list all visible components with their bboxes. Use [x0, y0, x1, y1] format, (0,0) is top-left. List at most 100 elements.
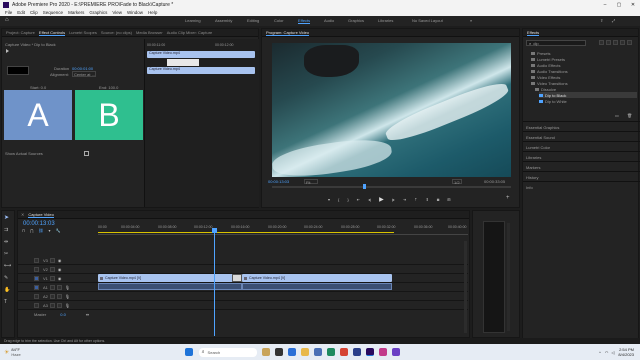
wifi-icon[interactable]: ◠ [605, 350, 609, 355]
track-select-tool-icon[interactable]: ⇉ [4, 226, 12, 235]
tab-lumetri-scopes[interactable]: Lumetri Scopes [69, 30, 97, 35]
tab-timeline-sequence[interactable]: Capture Video [28, 212, 54, 218]
lift-icon[interactable]: ⇡ [414, 197, 417, 202]
ripple-edit-tool-icon[interactable]: ⇹ [4, 238, 12, 247]
section-info[interactable]: Info [523, 181, 640, 191]
section-libraries[interactable]: Libraries [523, 151, 640, 161]
resolution-select[interactable]: 1/2 [452, 179, 462, 185]
pen-tool-icon[interactable]: ✎ [4, 274, 12, 283]
program-playhead[interactable] [363, 184, 366, 189]
mute-track-icon[interactable] [49, 293, 55, 299]
workspace-libraries[interactable]: Libraries [378, 18, 393, 23]
timeline-clip-video-left[interactable]: Capture Video.mp4 [V] [98, 274, 238, 282]
work-area-bar[interactable] [98, 232, 394, 233]
taskbar-search-box[interactable]: ⌕ Search [198, 347, 257, 357]
program-timecode[interactable]: 00:00:13:03 [268, 179, 289, 184]
tab-project[interactable]: Project: Capture [6, 30, 35, 35]
nest-toggle-icon[interactable]: ⊓ [22, 228, 25, 233]
program-video-frame[interactable] [270, 43, 512, 182]
play-icon[interactable]: ▶ [379, 196, 384, 203]
extract-icon[interactable]: ⇞ [426, 197, 429, 202]
add-marker-icon[interactable]: ▾ [48, 228, 50, 233]
mark-in-icon[interactable]: ▾ [328, 197, 330, 202]
program-scrub-bar[interactable] [272, 186, 511, 188]
workspace-graphics[interactable]: Graphics [348, 18, 364, 23]
button-editor-icon[interactable]: ⊞ [447, 197, 450, 202]
effects-search-field[interactable]: ⌕ dip [526, 40, 586, 46]
timeline-playhead-line[interactable] [214, 233, 215, 336]
razor-tool-icon[interactable]: ✂ [4, 250, 12, 259]
delete-effect-icon[interactable] [627, 40, 632, 45]
start-icon[interactable] [185, 348, 194, 356]
timeline-clip-video-right[interactable]: Capture Video.mp4 [V] [242, 274, 392, 282]
mini-clip-b[interactable]: Capture Video.mp4 [147, 67, 255, 74]
home-icon[interactable]: ⌂ [5, 17, 9, 23]
play-preview-icon[interactable] [6, 49, 11, 53]
sync-lock-icon[interactable] [49, 266, 55, 272]
sync-lock-icon[interactable] [49, 257, 55, 263]
linked-selection-icon[interactable]: ⛓ [38, 228, 43, 233]
mini-clip-a[interactable]: Capture Video.mp4 [147, 51, 255, 58]
tab-source[interactable]: Source: (no clips) [101, 30, 132, 35]
section-history[interactable]: History [523, 171, 640, 181]
premiere-pro-taskbar-icon[interactable] [366, 348, 375, 356]
master-keyframe-icon[interactable]: ⇹ [86, 312, 89, 317]
slip-tool-icon[interactable]: ⟷ [4, 262, 12, 271]
workspace-editing[interactable]: Editing [247, 18, 259, 23]
32bit-effects-icon[interactable] [606, 40, 611, 45]
menu-graphics[interactable]: Graphics [89, 10, 107, 15]
word-icon[interactable] [353, 348, 362, 356]
close-icon[interactable]: ✕ [626, 2, 640, 8]
tab-effects[interactable]: Effects [527, 30, 540, 36]
timeline-settings-icon[interactable]: 🔧 [56, 228, 61, 233]
dip-to-black-transition[interactable] [232, 274, 242, 282]
app-icon-2[interactable] [392, 348, 401, 356]
show-actual-sources-checkbox[interactable] [84, 151, 89, 156]
eye-icon[interactable]: ◉ [58, 276, 62, 281]
quick-export-icon[interactable]: ⇪ [600, 18, 603, 23]
widgets-icon[interactable] [262, 348, 271, 356]
store-icon[interactable] [327, 348, 336, 356]
menu-file[interactable]: File [5, 10, 12, 15]
fit-select[interactable]: Fit [304, 179, 318, 185]
edge-browser-icon[interactable] [288, 348, 297, 356]
tree-item-dip-to-white[interactable]: Dip to White [539, 98, 637, 104]
yuv-effects-icon[interactable] [613, 40, 618, 45]
minimize-icon[interactable]: – [598, 2, 612, 8]
menu-window[interactable]: Window [127, 10, 143, 15]
timeline-timecode[interactable]: 00:00:13:03 [23, 221, 55, 227]
eye-icon[interactable]: ◉ [58, 258, 62, 263]
lock-track-icon[interactable] [34, 293, 39, 299]
lock-track-icon[interactable] [34, 266, 39, 272]
weather-widget[interactable]: ☀ 84°F Haze [4, 347, 21, 357]
workspace-no-saved-layout[interactable]: No Saved Layout [412, 18, 443, 23]
lock-track-icon[interactable] [34, 284, 39, 290]
timeline-close-icon[interactable]: ✕ [21, 212, 24, 217]
file-explorer-icon[interactable] [301, 348, 310, 356]
new-custom-bin-icon[interactable]: ▭ [615, 113, 619, 118]
tray-chevron-icon[interactable]: ^ [599, 350, 601, 355]
workspace-learning[interactable]: Learning [185, 18, 201, 23]
workspace-assembly[interactable]: Assembly [215, 18, 232, 23]
workspace-color[interactable]: Color [274, 18, 284, 23]
export-frame-icon[interactable]: ◙ [437, 197, 439, 202]
microphone-icon[interactable]: 🎙 [65, 294, 70, 299]
workspace-audio[interactable]: Audio [324, 18, 334, 23]
go-to-in-icon[interactable]: } [347, 197, 348, 202]
accelerated-effects-icon[interactable] [599, 40, 604, 45]
menu-sequence[interactable]: Sequence [43, 10, 63, 15]
volume-icon[interactable]: ◁ [611, 350, 614, 355]
alignment-select[interactable]: Center at ... [72, 71, 96, 77]
mail-icon[interactable] [314, 348, 323, 356]
tab-effect-controls[interactable]: Effect Controls [38, 30, 66, 36]
solo-track-icon[interactable] [56, 293, 62, 299]
menu-view[interactable]: View [112, 10, 122, 15]
selection-tool-icon[interactable]: ➤ [4, 214, 12, 223]
tab-audio-clip-mixer[interactable]: Audio Clip Mixer: Capture [167, 30, 213, 35]
hand-tool-icon[interactable]: ✋ [4, 286, 12, 295]
type-tool-icon[interactable]: T [4, 298, 12, 307]
workspace-effects[interactable]: Effects [298, 18, 311, 24]
task-view-icon[interactable] [275, 348, 284, 356]
mark-out-icon[interactable]: { [338, 197, 339, 202]
menu-clip[interactable]: Clip [30, 10, 38, 15]
